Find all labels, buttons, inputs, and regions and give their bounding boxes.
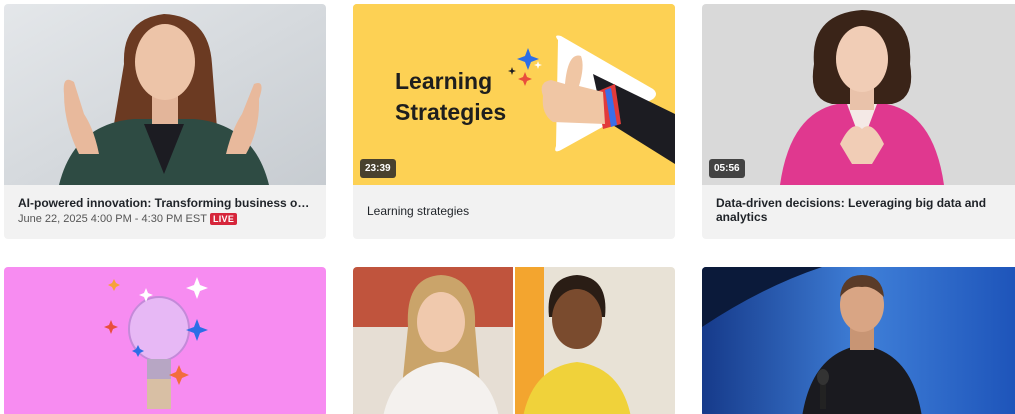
thumbnail-heading-line-1: Learning xyxy=(395,68,493,94)
event-meta: June 22, 2025 4:00 PM - 4:30 PM EST LIVE xyxy=(18,213,312,225)
event-date: June 22, 2025 4:00 PM - 4:30 PM EST xyxy=(18,213,207,225)
video-card[interactable]: Learning Strategies 23:39 Learning strat… xyxy=(353,4,675,239)
video-card[interactable] xyxy=(4,267,326,414)
duration-badge: 23:39 xyxy=(360,159,396,178)
video-title[interactable]: AI-powered innovation: Transforming busi… xyxy=(18,196,312,210)
video-thumbnail[interactable]: Learning Strategies 23:39 xyxy=(353,4,675,185)
presenter-woman-image xyxy=(4,4,326,185)
stage-speaker-image xyxy=(702,267,1015,414)
card-info: Data-driven decisions: Leveraging big da… xyxy=(702,185,1015,239)
two-presenters-image xyxy=(353,267,675,414)
video-title[interactable]: Data-driven decisions: Leveraging big da… xyxy=(716,196,1010,224)
video-card[interactable] xyxy=(353,267,675,414)
thumbnail-heading: Learning Strategies xyxy=(395,66,506,128)
card-info: AI-powered innovation: Transforming busi… xyxy=(4,185,326,239)
duration-badge: 05:56 xyxy=(709,159,745,178)
video-thumbnail[interactable]: 05:56 xyxy=(702,4,1015,185)
video-card[interactable]: AI-powered innovation: Transforming busi… xyxy=(4,4,326,239)
video-thumbnail[interactable] xyxy=(4,4,326,185)
video-card[interactable]: 05:56 Data-driven decisions: Leveraging … xyxy=(702,4,1015,239)
video-thumbnail[interactable] xyxy=(353,267,675,414)
presenter-pink-blazer-image xyxy=(702,4,1015,185)
live-badge: LIVE xyxy=(209,213,238,225)
thumbnail-heading-line-2: Strategies xyxy=(395,99,507,125)
lightbulb-illustration xyxy=(4,267,326,414)
card-info: Learning strategies xyxy=(353,185,675,239)
video-thumbnail[interactable] xyxy=(4,267,326,414)
video-card[interactable] xyxy=(702,267,1015,414)
video-thumbnail[interactable] xyxy=(702,267,1015,414)
video-title[interactable]: Learning strategies xyxy=(367,204,661,218)
